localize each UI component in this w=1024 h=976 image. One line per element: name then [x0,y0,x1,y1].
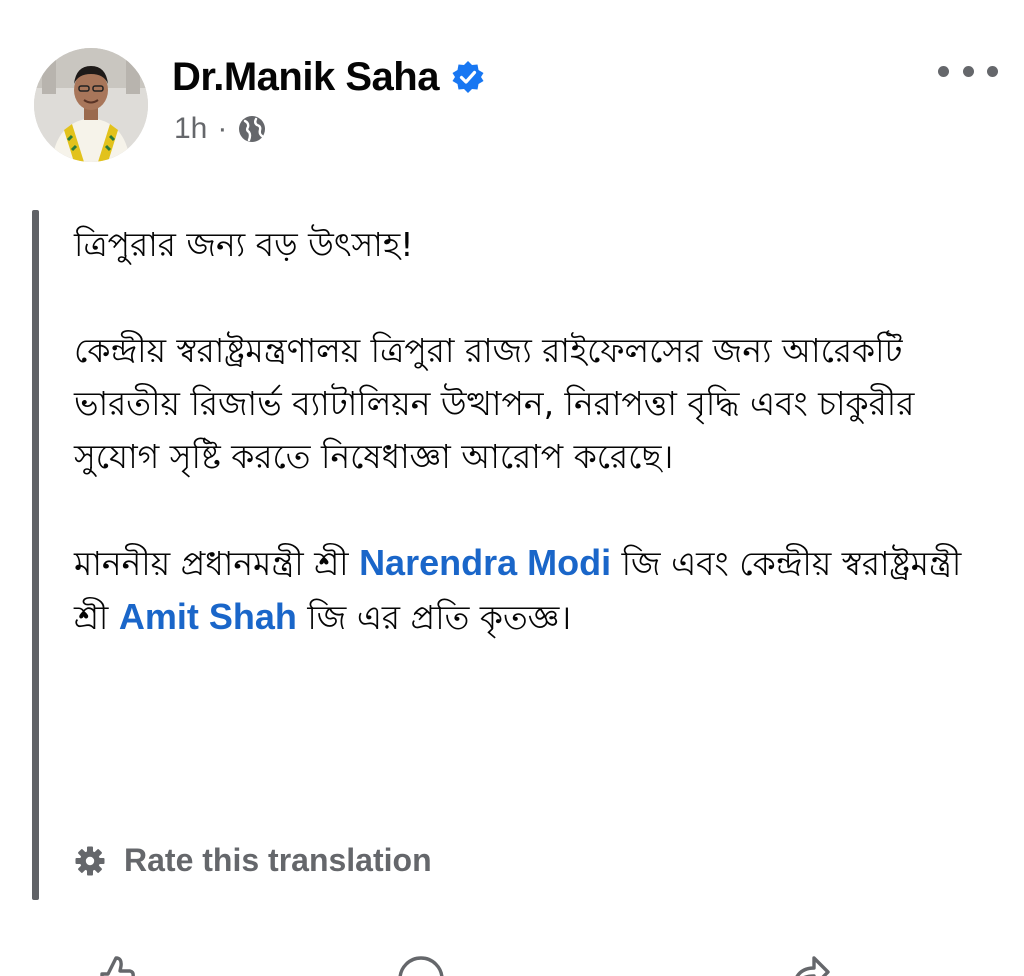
translated-post: ত্রিপুরার জন্য বড় উৎসাহ! কেন্দ্রীয় স্ব… [32,210,982,900]
mention-amit-shah[interactable]: Amit Shah [119,596,297,637]
post-paragraph-2: কেন্দ্রীয় স্বরাষ্ট্রমন্ত্রণালয় ত্রিপুর… [74,331,915,476]
like-button[interactable] [96,954,136,976]
post-timestamp[interactable]: 1h [174,112,207,146]
post-action-bar [0,950,1024,976]
mention-narendra-modi[interactable]: Narendra Modi [359,542,611,583]
gear-icon [74,845,106,877]
paragraph-3-start: মাননীয় প্রধানমন্ত্রী শ্রী [74,544,349,583]
rate-translation-button[interactable]: Rate this translation [74,842,432,879]
more-dot [938,65,949,77]
paragraph-3-end: জি এর প্রতি কৃতজ্ঞ। [307,598,572,637]
post-meta: 1h · [174,112,267,146]
globe-icon[interactable] [237,114,267,144]
more-dot [987,65,998,77]
author-row: Dr.Manik Saha [172,52,485,102]
more-options-button[interactable] [938,58,998,84]
comment-button[interactable] [396,954,446,976]
rate-translation-label: Rate this translation [124,842,432,878]
comment-bubble-icon [398,956,444,976]
more-dot [962,65,974,77]
share-button[interactable] [788,954,832,976]
avatar-photo [34,48,148,162]
meta-separator: · [217,112,228,145]
share-arrow-icon [795,956,830,976]
author-avatar[interactable] [34,48,148,162]
author-name[interactable]: Dr.Manik Saha [172,55,439,100]
verified-badge-icon [451,60,485,94]
post-text: ত্রিপুরার জন্য বড় উৎসাহ! কেন্দ্রীয় স্ব… [74,218,974,644]
post-paragraph-1: ত্রিপুরার জন্য বড় উৎসাহ! [74,225,414,264]
translation-quote-bar [32,210,39,900]
thumbs-up-icon [100,956,135,976]
post-paragraph-3: মাননীয় প্রধানমন্ত্রী শ্রী Narendra Modi… [74,536,974,644]
